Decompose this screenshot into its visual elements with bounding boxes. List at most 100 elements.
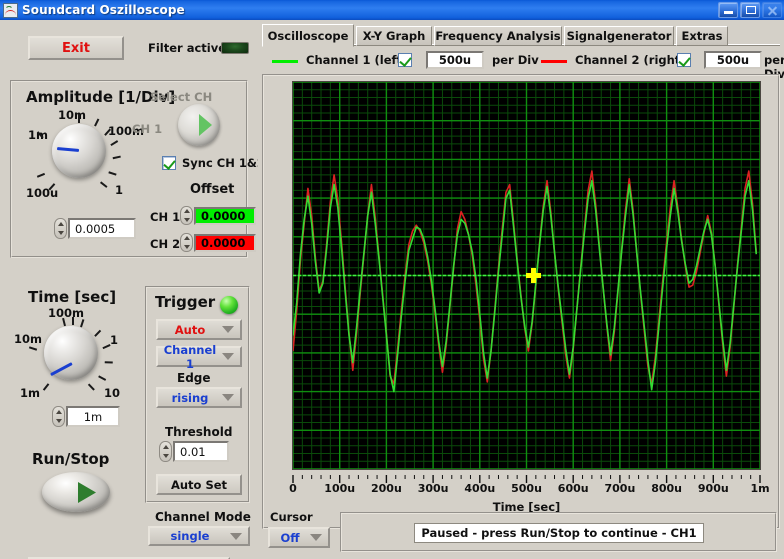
- time-knob-needle: [50, 362, 73, 377]
- x-tick-label: 600u: [557, 482, 589, 495]
- time-value-input[interactable]: 1m: [66, 406, 120, 427]
- trigger-source-value: Channel 1: [163, 342, 217, 371]
- x-tick-label: 1m: [750, 482, 770, 495]
- knob-tick: [94, 329, 101, 337]
- knob-tick: [43, 383, 50, 391]
- window-titlebar: Soundcard Oszilloscope: [0, 0, 784, 20]
- cursor-label: Cursor: [270, 510, 313, 524]
- amplitude-knob-assembly[interactable]: 10m 100m 1 100u 1m: [26, 108, 146, 218]
- time-knob[interactable]: [44, 326, 98, 380]
- play-icon: [78, 482, 96, 503]
- chevron-down-icon: [222, 326, 234, 333]
- amplitude-group: Amplitude [1/Div] 10m 100m 1 100u 1m 0.0…: [10, 80, 265, 258]
- channel-mode-value: single: [170, 529, 210, 543]
- x-tick-label: 100u: [324, 482, 356, 495]
- knob-tick: [100, 181, 108, 188]
- offset-ch1-value[interactable]: 0.0000: [194, 207, 256, 225]
- knob-tick: [78, 114, 80, 123]
- filter-active-label: Filter active: [148, 41, 227, 55]
- amplitude-spinner[interactable]: [54, 218, 67, 239]
- offset-ch1-spinner[interactable]: [180, 206, 193, 225]
- channel1-enable-checkbox[interactable]: [398, 53, 412, 67]
- knob-tick: [94, 118, 99, 127]
- exit-button[interactable]: Exit: [28, 36, 124, 60]
- amplitude-tick-label-1: 1: [115, 183, 124, 197]
- trigger-title: Trigger: [155, 293, 216, 311]
- offset-ch2-spinner[interactable]: [180, 233, 193, 252]
- time-tick-label-100m: 100m: [48, 306, 84, 320]
- sync-channels-label: Sync CH 1&2: [182, 156, 265, 170]
- offset-ch2-value[interactable]: 0.0000: [194, 234, 256, 252]
- amplitude-tick-label-1m: 1m: [28, 128, 48, 142]
- trigger-group: Trigger Auto Channel 1 Edge rising Thres…: [145, 286, 250, 503]
- channel1-label: Channel 1 (left): [306, 53, 408, 67]
- trigger-edge-label: Edge: [177, 371, 211, 385]
- trigger-led: [220, 296, 238, 314]
- sync-channels-checkbox[interactable]: [162, 156, 176, 170]
- amplitude-tick-label-10m: 10m: [58, 108, 86, 122]
- trigger-mode-select[interactable]: Auto: [156, 319, 242, 340]
- trigger-threshold-input[interactable]: 0.01: [173, 441, 229, 462]
- main-panel: Oscilloscope X-Y Graph Frequency Analysi…: [258, 20, 784, 559]
- time-tick-label-1: 1: [110, 333, 119, 347]
- status-panel: Paused - press Run/Stop to continue - CH…: [340, 512, 777, 552]
- channel-legend-bar: Channel 1 (left) 500u per Div Channel 2 …: [262, 50, 784, 81]
- time-knob-assembly[interactable]: 100m 1 10 1m 10m: [14, 306, 138, 416]
- offset-ch2-label: CH 2: [150, 237, 181, 251]
- auto-set-button[interactable]: Auto Set: [156, 474, 242, 495]
- status-bar: Cursor Off Paused - press Run/Stop to co…: [262, 508, 780, 556]
- x-axis: 0 100u 200u 300u 400u 500u 600u 700u 800u 900u 1m …: [289, 470, 770, 514]
- channel2-per-div-value[interactable]: 500u: [704, 51, 762, 69]
- trigger-threshold-spinner[interactable]: [159, 441, 172, 462]
- channel-mode-select[interactable]: single: [148, 526, 250, 546]
- channel1-per-div-label: per Div: [492, 53, 539, 67]
- maximize-icon[interactable]: [740, 2, 760, 18]
- time-tick-label-1m: 1m: [20, 386, 40, 400]
- tab-xy-graph[interactable]: X-Y Graph: [356, 26, 432, 46]
- oscilloscope-plot[interactable]: [292, 81, 761, 470]
- x-tick-label: 200u: [370, 482, 402, 495]
- run-stop-button[interactable]: [42, 472, 110, 512]
- x-tick-label: 400u: [464, 482, 496, 495]
- x-tick-label: 900u: [697, 482, 729, 495]
- trigger-source-select[interactable]: Channel 1: [156, 343, 242, 371]
- channel2-enable-checkbox[interactable]: [677, 53, 691, 67]
- channel2-color-swatch: [541, 60, 567, 63]
- amplitude-value-input[interactable]: 0.0005: [68, 218, 136, 239]
- knob-tick: [98, 375, 107, 381]
- knob-tick: [112, 155, 121, 159]
- amplitude-knob-needle: [56, 147, 80, 152]
- spinner-down-icon: [57, 231, 64, 236]
- knob-tick: [88, 383, 95, 391]
- x-tick-label: 800u: [651, 482, 682, 495]
- time-spinner[interactable]: [52, 406, 65, 427]
- knob-tick: [110, 140, 118, 146]
- cursor-value: Off: [280, 530, 300, 545]
- spinner-up-icon: [57, 221, 64, 226]
- channel1-per-div-value[interactable]: 500u: [426, 51, 484, 69]
- x-tick-label: 300u: [417, 482, 449, 495]
- control-panel: Exit Filter active Amplitude [1/Div] 10m…: [0, 20, 265, 559]
- minimize-icon[interactable]: [718, 2, 738, 18]
- knob-tick: [72, 317, 74, 325]
- knob-tick: [80, 319, 84, 328]
- tab-extras[interactable]: Extras: [676, 26, 728, 46]
- select-ch-knob[interactable]: [178, 104, 220, 146]
- oscilloscope-plot-frame: 0 100u 200u 300u 400u 500u 600u 700u 800u 900u 1m …: [262, 74, 780, 529]
- tab-oscilloscope[interactable]: Oscilloscope: [262, 24, 354, 47]
- x-tick-label: 0: [289, 482, 297, 495]
- cursor-select[interactable]: Off: [268, 527, 330, 548]
- knob-tick: [28, 346, 37, 351]
- oscilloscope-app: Soundcard Oszilloscope Exit Filter activ…: [0, 0, 784, 559]
- amplitude-knob[interactable]: [52, 124, 106, 178]
- select-ch-pointer-icon: [199, 114, 212, 136]
- tab-frequency-analysis[interactable]: Frequency Analysis: [434, 26, 562, 46]
- tab-bar: Oscilloscope X-Y Graph Frequency Analysi…: [262, 24, 780, 47]
- close-icon[interactable]: [762, 2, 782, 18]
- trigger-edge-select[interactable]: rising: [156, 387, 242, 408]
- x-tick-label: 500u: [511, 482, 542, 495]
- trigger-edge-value: rising: [171, 390, 209, 405]
- time-title: Time [sec]: [28, 288, 117, 306]
- tab-signalgenerator[interactable]: Signalgenerator: [564, 26, 674, 46]
- status-message: Paused - press Run/Stop to continue - CH…: [414, 523, 704, 543]
